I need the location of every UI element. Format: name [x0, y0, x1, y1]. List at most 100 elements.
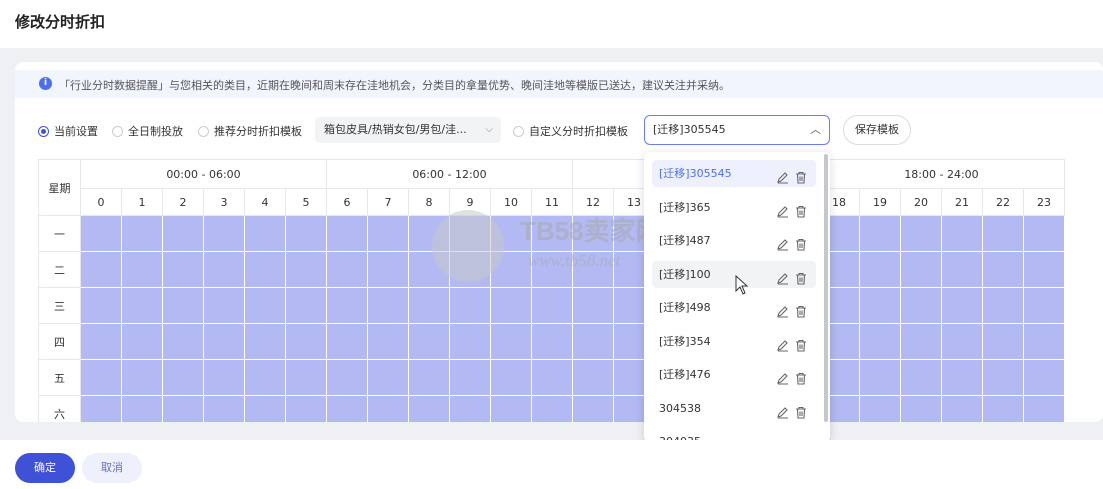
time-slot-cell[interactable] — [531, 287, 573, 324]
dropdown-option[interactable]: [迁移]487 — [652, 227, 816, 254]
time-slot-cell[interactable] — [859, 251, 901, 288]
time-slot-cell[interactable] — [900, 323, 942, 360]
trash-icon[interactable] — [794, 201, 808, 218]
pencil-icon[interactable] — [776, 335, 790, 352]
time-slot-cell[interactable] — [244, 395, 286, 422]
time-slot-cell[interactable] — [408, 215, 450, 252]
time-slot-cell[interactable] — [285, 359, 327, 396]
time-slot-cell[interactable] — [531, 215, 573, 252]
time-slot-cell[interactable] — [982, 395, 1024, 422]
time-slot-cell[interactable] — [203, 359, 245, 396]
time-slot-cell[interactable] — [982, 359, 1024, 396]
time-slot-cell[interactable] — [531, 323, 573, 360]
time-slot-cell[interactable] — [1023, 287, 1065, 324]
dropdown-option[interactable]: [迁移]305545 — [652, 160, 816, 187]
time-slot-cell[interactable] — [449, 359, 491, 396]
time-slot-cell[interactable] — [367, 287, 409, 324]
time-slot-cell[interactable] — [490, 215, 532, 252]
confirm-button[interactable]: 确定 — [15, 453, 75, 483]
time-slot-cell[interactable] — [80, 395, 122, 422]
time-slot-cell[interactable] — [982, 215, 1024, 252]
time-slot-cell[interactable] — [859, 287, 901, 324]
time-slot-cell[interactable] — [162, 323, 204, 360]
time-slot-cell[interactable] — [80, 287, 122, 324]
trash-icon[interactable] — [794, 234, 808, 251]
time-slot-cell[interactable] — [900, 287, 942, 324]
time-slot-cell[interactable] — [982, 323, 1024, 360]
time-slot-cell[interactable] — [859, 323, 901, 360]
time-slot-cell[interactable] — [408, 287, 450, 324]
pencil-icon[interactable] — [776, 268, 790, 285]
pencil-icon[interactable] — [776, 301, 790, 318]
time-slot-cell[interactable] — [244, 215, 286, 252]
time-slot-cell[interactable] — [531, 395, 573, 422]
time-slot-cell[interactable] — [121, 251, 163, 288]
time-slot-cell[interactable] — [900, 359, 942, 396]
time-slot-cell[interactable] — [531, 359, 573, 396]
time-slot-cell[interactable] — [162, 251, 204, 288]
custom-template-select[interactable]: [迁移]305545 ︿ — [644, 115, 830, 145]
time-slot-cell[interactable] — [572, 251, 614, 288]
time-slot-cell[interactable] — [203, 287, 245, 324]
dropdown-option[interactable]: [迁移]354 — [652, 328, 816, 355]
trash-icon[interactable] — [794, 368, 808, 385]
radio-current-setting[interactable]: 当前设置 — [38, 123, 98, 139]
time-slot-cell[interactable] — [203, 395, 245, 422]
trash-icon[interactable] — [794, 402, 808, 419]
time-slot-cell[interactable] — [285, 395, 327, 422]
pencil-icon[interactable] — [776, 234, 790, 251]
time-slot-cell[interactable] — [367, 251, 409, 288]
dropdown-option[interactable]: [迁移]476 — [652, 361, 816, 388]
time-slot-cell[interactable] — [941, 215, 983, 252]
time-slot-cell[interactable] — [326, 251, 368, 288]
time-slot-cell[interactable] — [490, 359, 532, 396]
time-slot-cell[interactable] — [80, 251, 122, 288]
time-slot-cell[interactable] — [162, 215, 204, 252]
time-slot-cell[interactable] — [203, 251, 245, 288]
dropdown-option[interactable]: [迁移]498 — [652, 294, 816, 321]
time-slot-cell[interactable] — [859, 395, 901, 422]
time-slot-cell[interactable] — [285, 251, 327, 288]
time-slot-cell[interactable] — [121, 287, 163, 324]
pencil-icon[interactable] — [776, 201, 790, 218]
time-slot-cell[interactable] — [408, 359, 450, 396]
time-slot-cell[interactable] — [203, 323, 245, 360]
time-slot-cell[interactable] — [162, 287, 204, 324]
time-slot-cell[interactable] — [572, 395, 614, 422]
time-slot-cell[interactable] — [531, 251, 573, 288]
time-slot-cell[interactable] — [367, 395, 409, 422]
time-slot-cell[interactable] — [408, 251, 450, 288]
pencil-icon[interactable] — [776, 402, 790, 419]
time-slot-cell[interactable] — [1023, 395, 1065, 422]
time-slot-cell[interactable] — [1023, 215, 1065, 252]
time-slot-cell[interactable] — [80, 323, 122, 360]
time-slot-cell[interactable] — [326, 395, 368, 422]
radio-all-day[interactable]: 全日制投放 — [112, 123, 183, 139]
trash-icon[interactable] — [794, 167, 808, 184]
time-slot-cell[interactable] — [326, 323, 368, 360]
trash-icon[interactable] — [794, 268, 808, 285]
time-slot-cell[interactable] — [367, 215, 409, 252]
category-select[interactable]: 箱包皮具/热销女包/男包/洼... ⌵ — [315, 117, 501, 143]
trash-icon[interactable] — [794, 335, 808, 352]
time-slot-cell[interactable] — [80, 359, 122, 396]
time-slot-cell[interactable] — [408, 323, 450, 360]
time-slot-cell[interactable] — [449, 215, 491, 252]
time-slot-cell[interactable] — [326, 215, 368, 252]
radio-custom-template[interactable]: 自定义分时折扣模板 — [513, 123, 628, 139]
time-slot-cell[interactable] — [572, 359, 614, 396]
time-slot-cell[interactable] — [326, 287, 368, 324]
time-slot-cell[interactable] — [244, 287, 286, 324]
time-slot-cell[interactable] — [449, 395, 491, 422]
time-slot-cell[interactable] — [121, 323, 163, 360]
time-slot-cell[interactable] — [572, 323, 614, 360]
time-slot-cell[interactable] — [490, 251, 532, 288]
time-slot-cell[interactable] — [572, 287, 614, 324]
time-slot-cell[interactable] — [244, 323, 286, 360]
time-slot-cell[interactable] — [244, 359, 286, 396]
time-slot-cell[interactable] — [162, 359, 204, 396]
time-slot-cell[interactable] — [490, 395, 532, 422]
dropdown-option[interactable]: [迁移]365 — [652, 194, 816, 221]
time-slot-cell[interactable] — [121, 215, 163, 252]
time-slot-cell[interactable] — [490, 287, 532, 324]
